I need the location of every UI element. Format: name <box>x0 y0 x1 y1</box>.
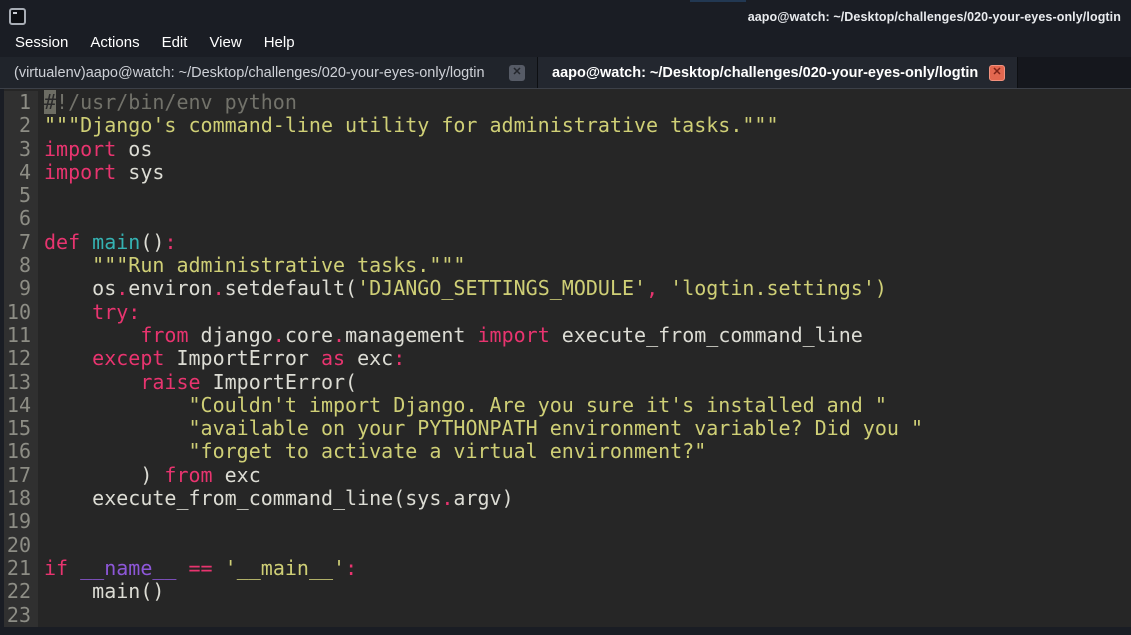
code-line: 3import os <box>4 138 1131 161</box>
code-line-text: from django.core.management import execu… <box>38 324 863 347</box>
code-line-text <box>38 604 44 627</box>
line-number: 3 <box>4 138 38 161</box>
code-line-text <box>38 184 44 207</box>
code-line-text: "Couldn't import Django. Are you sure it… <box>38 394 887 417</box>
line-number: 5 <box>4 184 38 207</box>
code-line: 21if __name__ == '__main__': <box>4 557 1131 580</box>
code-line-text: #!/usr/bin/env python <box>38 91 297 114</box>
code-line-text: "available on your PYTHONPATH environmen… <box>38 417 923 440</box>
line-number: 18 <box>4 487 38 510</box>
line-number: 13 <box>4 371 38 394</box>
code-line: 9 os.environ.setdefault('DJANGO_SETTINGS… <box>4 277 1131 300</box>
line-number: 17 <box>4 464 38 487</box>
code-line-text <box>38 207 44 230</box>
line-number: 16 <box>4 440 38 463</box>
line-number: 8 <box>4 254 38 277</box>
menu-view[interactable]: View <box>198 34 252 51</box>
window-title: aapo@watch: ~/Desktop/challenges/020-you… <box>748 10 1121 24</box>
code-line: 19 <box>4 510 1131 533</box>
menu-session[interactable]: Session <box>4 34 79 51</box>
menu-actions[interactable]: Actions <box>79 34 150 51</box>
code-line: 14 "Couldn't import Django. Are you sure… <box>4 394 1131 417</box>
code-line: 8 """Run administrative tasks.""" <box>4 254 1131 277</box>
tab-label: (virtualenv)aapo@watch: ~/Desktop/challe… <box>14 65 500 81</box>
code-line-text: main() <box>38 580 164 603</box>
code-line-text <box>38 534 44 557</box>
code-line: 5 <box>4 184 1131 207</box>
tabbar: (virtualenv)aapo@watch: ~/Desktop/challe… <box>0 57 1131 89</box>
code-line-text: if __name__ == '__main__': <box>38 557 357 580</box>
line-number: 2 <box>4 114 38 137</box>
code-line: 20 <box>4 534 1131 557</box>
line-number: 23 <box>4 604 38 627</box>
line-number: 14 <box>4 394 38 417</box>
line-number: 19 <box>4 510 38 533</box>
code-line: 12 except ImportError as exc: <box>4 347 1131 370</box>
close-icon[interactable]: ✕ <box>989 65 1005 81</box>
code-line: 23 <box>4 604 1131 627</box>
code-line-text: raise ImportError( <box>38 371 357 394</box>
code-line: 17 ) from exc <box>4 464 1131 487</box>
line-number: 1 <box>4 91 38 114</box>
text-cursor: # <box>44 90 56 114</box>
window-titlebar: aapo@watch: ~/Desktop/challenges/020-you… <box>0 0 1131 28</box>
window-bottom-edge <box>0 627 1131 635</box>
line-number: 21 <box>4 557 38 580</box>
code-line-text: ) from exc <box>38 464 261 487</box>
line-number: 6 <box>4 207 38 230</box>
line-number: 11 <box>4 324 38 347</box>
code-line: 18 execute_from_command_line(sys.argv) <box>4 487 1131 510</box>
menu-edit[interactable]: Edit <box>151 34 199 51</box>
line-number: 10 <box>4 301 38 324</box>
tab-active-session[interactable]: aapo@watch: ~/Desktop/challenges/020-you… <box>538 57 1018 88</box>
line-number: 9 <box>4 277 38 300</box>
tab-virtualenv-session[interactable]: (virtualenv)aapo@watch: ~/Desktop/challe… <box>0 57 538 88</box>
code-line: 6 <box>4 207 1131 230</box>
code-line-text: import sys <box>38 161 164 184</box>
code-line: 2"""Django's command-line utility for ad… <box>4 114 1131 137</box>
line-number: 20 <box>4 534 38 557</box>
code-line: 1#!/usr/bin/env python <box>4 91 1131 114</box>
code-line: 7def main(): <box>4 231 1131 254</box>
close-icon[interactable]: ✕ <box>509 65 525 81</box>
terminal-icon <box>9 8 26 25</box>
tabbar-empty-space <box>1018 57 1131 88</box>
line-number: 4 <box>4 161 38 184</box>
code-line-text: def main(): <box>38 231 176 254</box>
code-line-text: import os <box>38 138 152 161</box>
code-line: 11 from django.core.management import ex… <box>4 324 1131 347</box>
window-top-accent <box>690 0 746 2</box>
menubar: Session Actions Edit View Help <box>0 28 1131 57</box>
terminal-editor[interactable]: 1#!/usr/bin/env python2"""Django's comma… <box>0 89 1131 627</box>
code-line-text: execute_from_command_line(sys.argv) <box>38 487 514 510</box>
code-line: 15 "available on your PYTHONPATH environ… <box>4 417 1131 440</box>
line-number: 12 <box>4 347 38 370</box>
code-line-text: "forget to activate a virtual environmen… <box>38 440 706 463</box>
menu-help[interactable]: Help <box>253 34 306 51</box>
code-lines: 1#!/usr/bin/env python2"""Django's comma… <box>4 91 1131 627</box>
code-line-text: except ImportError as exc: <box>38 347 405 370</box>
code-line: 16 "forget to activate a virtual environ… <box>4 440 1131 463</box>
code-line: 10 try: <box>4 301 1131 324</box>
code-line: 4import sys <box>4 161 1131 184</box>
code-line-text <box>38 510 44 533</box>
code-line: 22 main() <box>4 580 1131 603</box>
tab-label: aapo@watch: ~/Desktop/challenges/020-you… <box>552 65 980 81</box>
line-number: 7 <box>4 231 38 254</box>
code-line-text: """Django's command-line utility for adm… <box>38 114 779 137</box>
code-line-text: try: <box>38 301 140 324</box>
code-line-text: """Run administrative tasks.""" <box>38 254 465 277</box>
code-line: 13 raise ImportError( <box>4 371 1131 394</box>
line-number: 15 <box>4 417 38 440</box>
line-number: 22 <box>4 580 38 603</box>
code-line-text: os.environ.setdefault('DJANGO_SETTINGS_M… <box>38 277 887 300</box>
